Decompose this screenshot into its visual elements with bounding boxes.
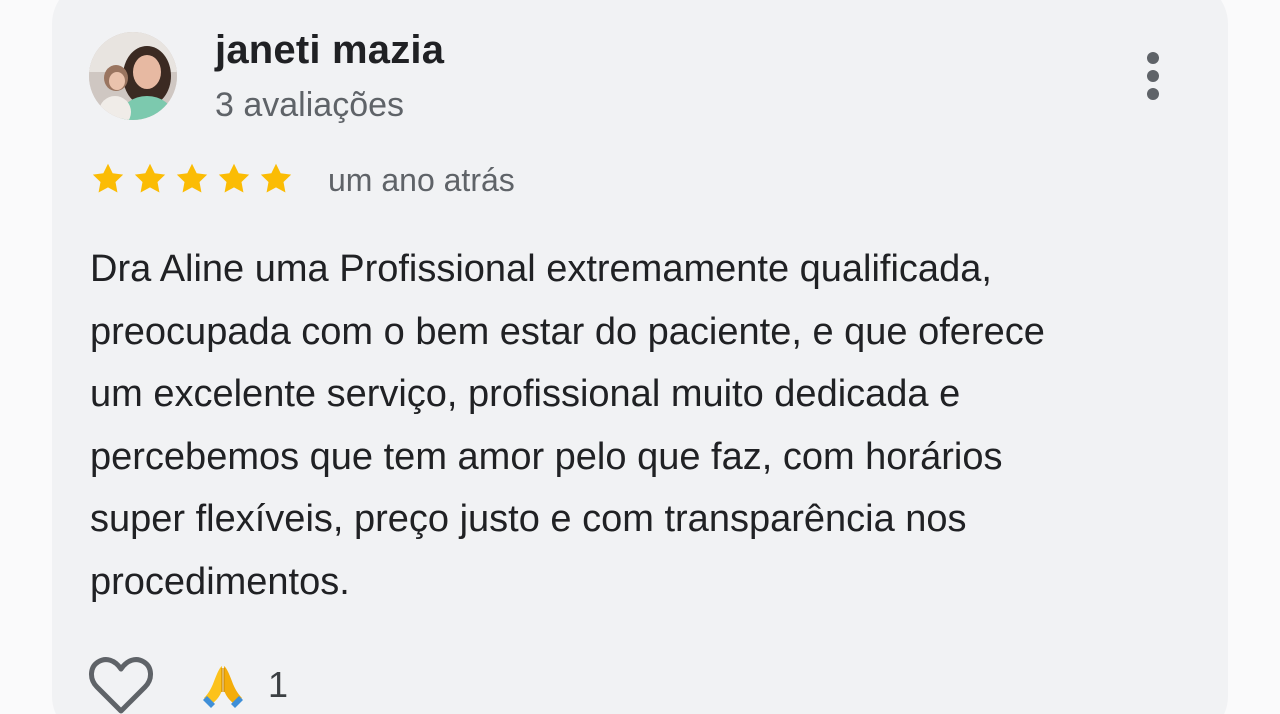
star-icon [92, 163, 124, 193]
review-text-line: um excelente serviço, profissional muito… [90, 373, 961, 415]
review-text-line: Dra Aline uma Profissional extremamente … [90, 248, 992, 290]
review-time: um ano atrás [328, 162, 515, 198]
more-dot [1147, 70, 1159, 82]
more-dot [1147, 88, 1159, 100]
reviewer-avatar[interactable] [89, 32, 177, 120]
review-text: Dra Aline uma Profissional extremamente … [90, 238, 1200, 613]
more-dot [1147, 52, 1159, 64]
folded-hands-emoji-icon [203, 666, 243, 708]
like-button[interactable] [88, 656, 154, 714]
reviewer-name[interactable]: janeti mazia [215, 28, 444, 73]
review-text-line: procedimentos. [90, 560, 350, 603]
review-text-line: percebemos que tem amor pelo que faz, co… [90, 435, 1003, 478]
heart-outline-icon [89, 657, 153, 714]
reaction-button[interactable]: 1 [200, 656, 288, 714]
star-icon [260, 163, 292, 193]
star-rating [90, 161, 294, 201]
review-text-line: preocupada com o bem estar do paciente, … [90, 310, 1045, 353]
reviewer-review-count: 3 avaliações [215, 86, 405, 124]
review-text-line: super flexíveis, preço justo e com trans… [90, 498, 967, 540]
star-icon [134, 163, 166, 193]
star-icon [218, 163, 250, 193]
more-options-button[interactable] [1130, 46, 1176, 106]
avatar-photo [89, 32, 177, 120]
page: janeti mazia 3 avaliações um ano atrás D… [0, 0, 1280, 714]
star-icon [176, 163, 208, 193]
reaction-count: 1 [268, 664, 289, 705]
